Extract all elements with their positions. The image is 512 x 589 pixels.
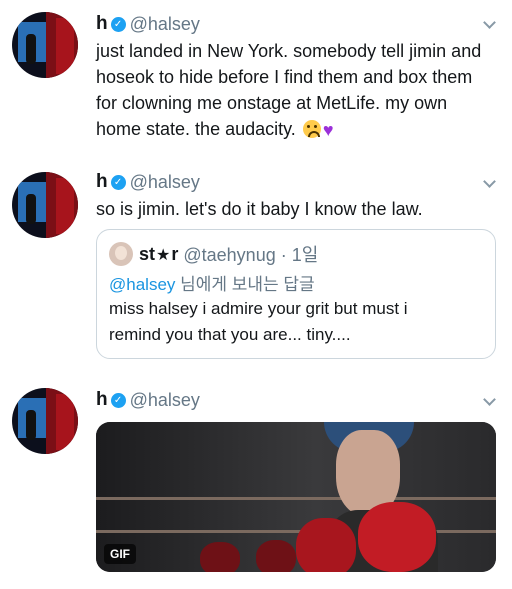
tweet-3[interactable]: h ✓ @halsey GIF xyxy=(0,0,512,589)
display-name[interactable]: h xyxy=(96,389,108,411)
chevron-down-icon[interactable] xyxy=(484,395,494,405)
gif-badge: GIF xyxy=(104,544,136,564)
gif-media[interactable]: GIF xyxy=(96,422,496,572)
verified-badge-icon: ✓ xyxy=(110,392,126,408)
tweet-header: h ✓ @halsey xyxy=(96,388,200,412)
avatar[interactable] xyxy=(12,388,78,454)
handle[interactable]: @halsey xyxy=(130,390,200,411)
